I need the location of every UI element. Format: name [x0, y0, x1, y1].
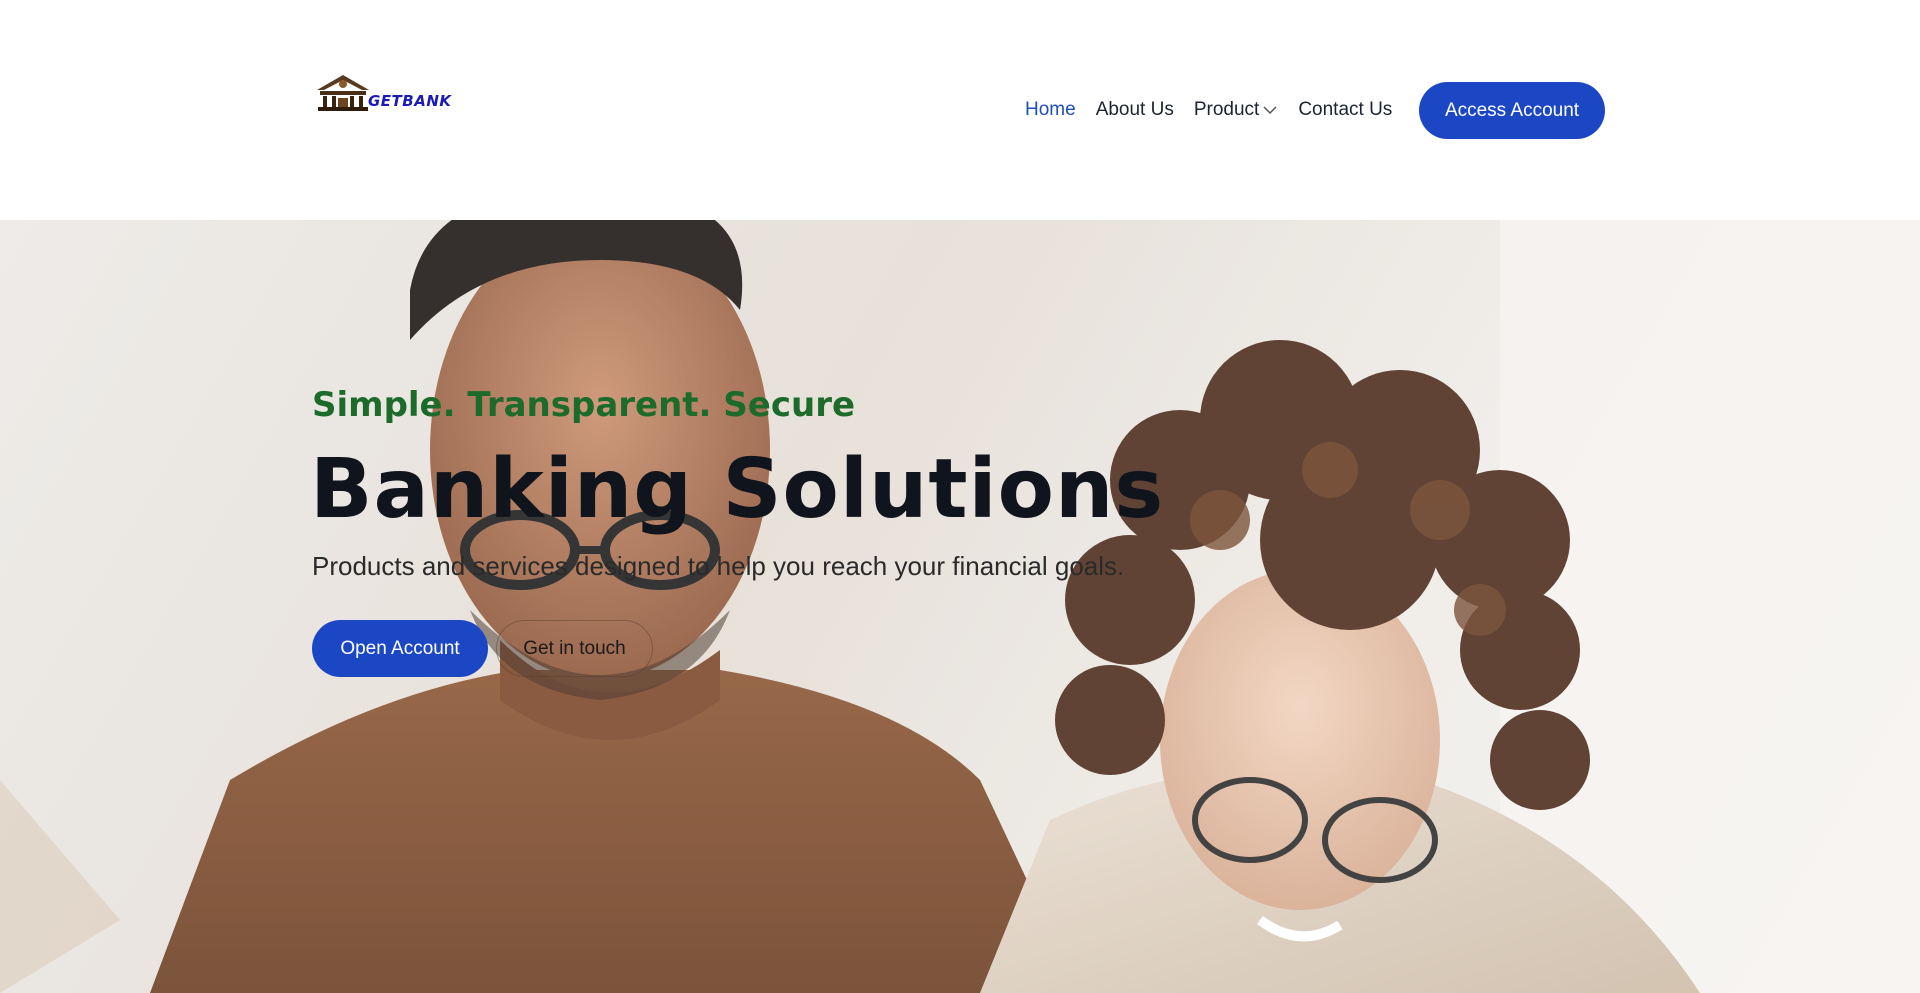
- open-account-button[interactable]: Open Account: [312, 620, 488, 677]
- hero-subtitle: Products and services designed to help y…: [312, 551, 1125, 581]
- hero-section: Simple. Transparent. Secure Banking Solu…: [0, 220, 1920, 993]
- hero-background-photo: [0, 220, 1920, 993]
- bank-building-logo-icon: [317, 75, 369, 111]
- access-account-button[interactable]: Access Account: [1419, 82, 1605, 139]
- nav-about-us[interactable]: About Us: [1096, 96, 1174, 124]
- nav-contact-us[interactable]: Contact Us: [1298, 96, 1392, 124]
- chevron-down-icon: [1263, 106, 1277, 115]
- site-header: GETBANK Home About Us Product Contact Us…: [0, 0, 1920, 220]
- get-in-touch-button[interactable]: Get in touch: [496, 620, 653, 677]
- getbank-logo[interactable]: GETBANK: [314, 72, 462, 112]
- hero-headline: Banking Solutions: [310, 442, 1165, 537]
- hero-tagline: Simple. Transparent. Secure: [312, 385, 856, 425]
- main-nav: Home About Us Product Contact Us: [1025, 96, 1412, 124]
- nav-product-label: Product: [1193, 99, 1260, 120]
- logo-wordmark: GETBANK: [368, 92, 452, 110]
- nav-product[interactable]: Product: [1194, 96, 1278, 124]
- nav-home[interactable]: Home: [1025, 96, 1076, 124]
